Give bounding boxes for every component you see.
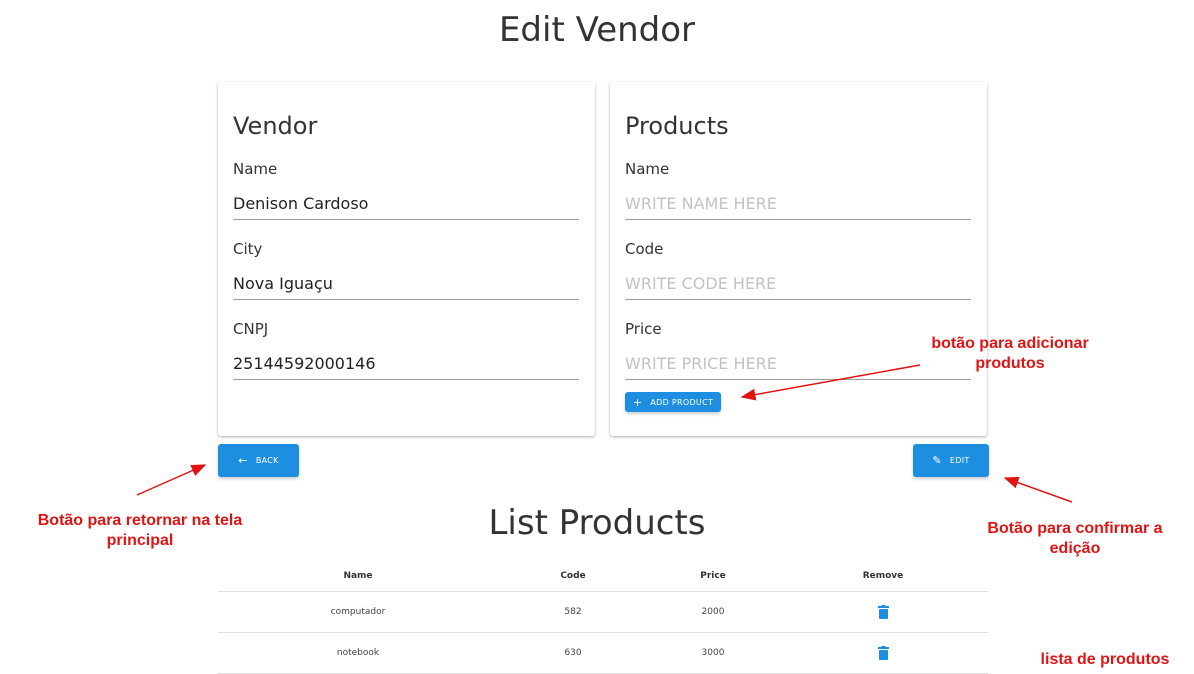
vendor-name-label: Name bbox=[233, 160, 278, 178]
product-code-input[interactable] bbox=[625, 274, 971, 300]
header-remove: Remove bbox=[862, 570, 904, 581]
back-label: BACK bbox=[255, 456, 279, 465]
trash-icon[interactable] bbox=[877, 646, 889, 660]
pencil-icon: ✎ bbox=[932, 454, 942, 467]
products-table: Name Code Price Remove computador 582 20… bbox=[218, 560, 988, 674]
annotation-back: Botão para retornar na tela principal bbox=[37, 512, 243, 549]
table-row: computador 582 2000 bbox=[218, 592, 988, 633]
vendor-heading: Vendor bbox=[233, 112, 318, 140]
products-heading: Products bbox=[625, 112, 729, 140]
back-button[interactable]: ← BACK bbox=[218, 444, 299, 477]
add-product-label: ADD PRODUCT bbox=[650, 397, 714, 407]
vendor-city-label: City bbox=[233, 240, 263, 258]
remove-button[interactable] bbox=[783, 592, 983, 632]
annotation-list: lista de produtos bbox=[1040, 651, 1170, 668]
trash-icon[interactable] bbox=[877, 605, 889, 619]
arrow-left-icon: ← bbox=[238, 454, 248, 467]
page-title: Edit Vendor bbox=[498, 10, 696, 50]
vendor-cnpj-input[interactable] bbox=[233, 354, 579, 380]
row-name: notebook bbox=[336, 648, 380, 658]
arrow-edit bbox=[1003, 476, 1073, 503]
products-card: Products Name Code Price + ADD PRODUCT bbox=[610, 82, 987, 436]
plus-icon: + bbox=[632, 395, 643, 409]
vendor-name-input[interactable] bbox=[233, 194, 579, 220]
annotation-add-product: botão para adicionar produtos bbox=[931, 335, 1089, 372]
arrow-back bbox=[136, 464, 207, 496]
product-name-label: Name bbox=[625, 160, 670, 178]
header-name: Name bbox=[343, 570, 373, 581]
product-name-input[interactable] bbox=[625, 194, 971, 220]
remove-button[interactable] bbox=[783, 633, 983, 673]
vendor-city-input[interactable] bbox=[233, 274, 579, 300]
product-code-label: Code bbox=[625, 240, 664, 258]
annotation-edit: Botão para confirmar a edição bbox=[987, 520, 1163, 557]
row-name: computador bbox=[330, 607, 386, 617]
table-header: Name Code Price Remove bbox=[218, 560, 988, 592]
add-product-button[interactable]: + ADD PRODUCT bbox=[625, 392, 721, 412]
product-price-label: Price bbox=[625, 320, 662, 338]
vendor-cnpj-label: CNPJ bbox=[233, 320, 269, 338]
edit-label: EDIT bbox=[949, 456, 970, 465]
vendor-card: Vendor Name City CNPJ bbox=[218, 82, 595, 436]
edit-button[interactable]: ✎ EDIT bbox=[913, 444, 989, 477]
table-row: notebook 630 3000 bbox=[218, 633, 988, 674]
